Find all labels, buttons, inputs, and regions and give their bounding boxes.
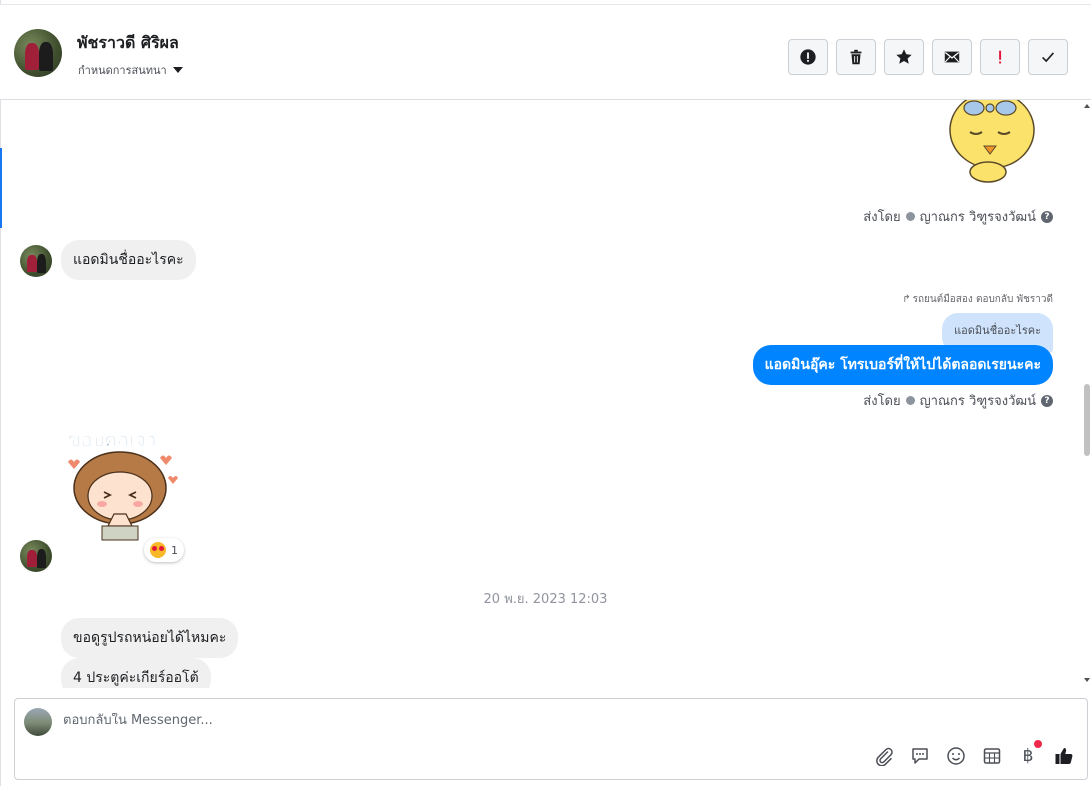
reply-context: ↱ รถยนต์มือสอง ตอบกลับ พัชราวดี xyxy=(902,292,1053,307)
reply-input[interactable] xyxy=(63,713,963,728)
like-button[interactable] xyxy=(1053,745,1075,767)
sent-by-label: ส่งโดย xyxy=(863,210,901,225)
help-icon[interactable]: ? xyxy=(1041,394,1053,407)
contact-message-avatar xyxy=(20,245,52,277)
reply-arrow-icon: ↱ xyxy=(902,294,911,305)
sent-by-line: ส่งโดย ญาณกร วิฑูรจงวัฒน์ ? xyxy=(863,206,1053,227)
delete-button[interactable] xyxy=(836,39,876,75)
mark-done-button[interactable] xyxy=(1028,39,1068,75)
scrollbar-thumb[interactable] xyxy=(1084,384,1090,456)
follow-up-button[interactable] xyxy=(980,39,1020,75)
chat-bubble-icon xyxy=(912,748,928,764)
notification-dot xyxy=(1034,740,1042,748)
sticker-caption: ขอบคุณจ้า xyxy=(68,429,157,452)
message-thread[interactable]: ส่งโดย ญาณกร วิฑูรจงวัฒน์ ? แอดมินชื่ออะ… xyxy=(0,100,1091,688)
appointment-button[interactable] xyxy=(981,745,1003,767)
conversation-header: พัชราวดี ศิริผล กำหนดการสนทนา xyxy=(0,4,1091,100)
payment-button[interactable]: ฿ xyxy=(1017,740,1042,767)
contact-message-avatar xyxy=(20,540,52,572)
reply-composer: ฿ xyxy=(14,698,1088,780)
reply-context-label: รถยนต์มือสอง ตอบกลับ พัชราวดี xyxy=(912,294,1053,305)
scroll-down-arrow-icon[interactable] xyxy=(1084,678,1090,682)
header-actions xyxy=(788,39,1068,75)
paperclip-icon xyxy=(876,747,893,766)
caret-down-icon xyxy=(172,67,183,73)
sent-by-line: ส่งโดย ญาณกร วิฑูรจงวัฒน์ ? xyxy=(863,390,1053,411)
page-avatar xyxy=(24,708,52,736)
chick-sticker xyxy=(949,100,1035,183)
envelope-icon xyxy=(944,51,960,63)
report-button[interactable] xyxy=(788,39,828,75)
incoming-message[interactable]: 4 ประตูค่ะเกียร์ออโต้ xyxy=(61,658,211,688)
assign-label: กำหนดการสนทนา xyxy=(78,64,167,77)
incoming-message[interactable]: ขอดูรูปรถหน่อยได้ไหมคะ xyxy=(61,618,239,658)
attach-button[interactable] xyxy=(873,745,895,767)
verified-icon xyxy=(905,212,915,221)
calendar-grid-icon xyxy=(983,748,1001,764)
reaction-badge[interactable]: 1 xyxy=(144,538,184,562)
exclamation-mark-icon xyxy=(999,50,1002,64)
star-button[interactable] xyxy=(884,39,924,75)
help-icon[interactable]: ? xyxy=(1041,210,1053,223)
baht-icon: ฿ xyxy=(1022,746,1034,766)
reaction-count: 1 xyxy=(171,543,178,557)
sender-name[interactable]: ญาณกร วิฑูรจงวัฒน์ xyxy=(920,390,1036,411)
saved-replies-button[interactable] xyxy=(909,745,931,767)
smiley-icon xyxy=(947,747,965,765)
message-timestamp: 20 พ.ย. 2023 12:03 xyxy=(483,592,608,607)
incoming-message[interactable]: แอดมินชื่ออะไรคะ xyxy=(61,240,196,280)
assign-conversation-dropdown[interactable]: กำหนดการสนทนา xyxy=(78,61,183,79)
sent-by-label: ส่งโดย xyxy=(863,394,901,409)
scroll-up-arrow-icon[interactable] xyxy=(1084,104,1090,108)
mark-unread-button[interactable] xyxy=(932,39,972,75)
heart-eyes-emoji-icon xyxy=(150,542,166,558)
thread-scrollbar[interactable] xyxy=(1083,100,1091,688)
verified-icon xyxy=(905,396,915,405)
star-icon xyxy=(896,49,912,64)
emoji-button[interactable] xyxy=(945,745,967,767)
trash-icon xyxy=(850,49,862,65)
check-icon xyxy=(1042,52,1055,63)
contact-name[interactable]: พัชราวดี ศิริผล xyxy=(77,31,179,56)
thumbs-up-icon xyxy=(1055,748,1073,764)
exclamation-circle-icon xyxy=(800,49,816,65)
contact-avatar[interactable] xyxy=(14,29,62,77)
composer-tools: ฿ xyxy=(873,740,1075,767)
thank-you-sticker[interactable]: ขอบคุณจ้า xyxy=(62,422,180,542)
sender-name[interactable]: ญาณกร วิฑูรจงวัฒน์ xyxy=(920,206,1036,227)
outgoing-message[interactable]: แอดมินอุ๊คะ โทรเบอร์ที่ให้ไปได้ตลอดเรยนะ… xyxy=(752,345,1053,385)
